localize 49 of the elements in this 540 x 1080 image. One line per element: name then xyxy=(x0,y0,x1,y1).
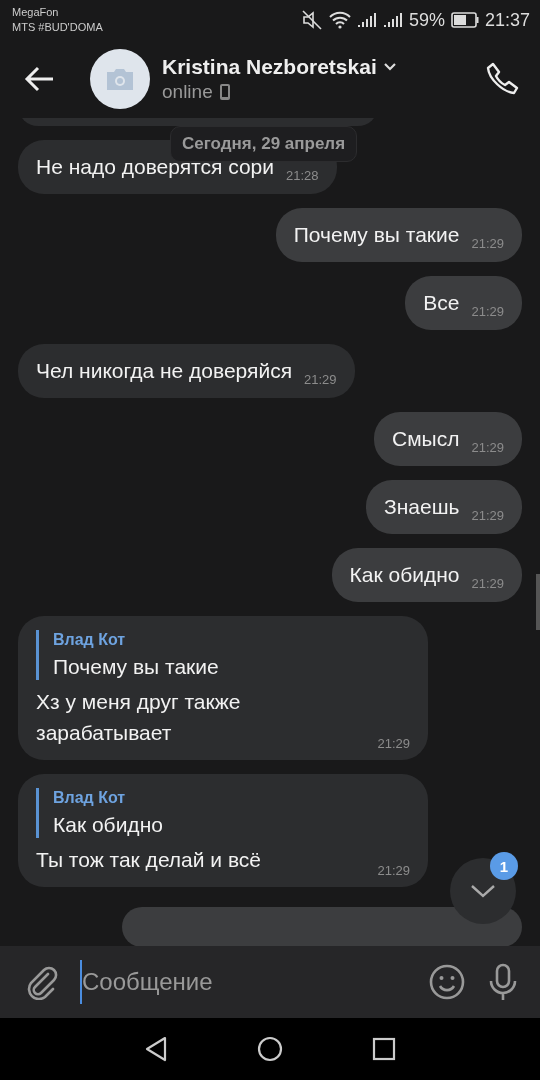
chevron-down-icon[interactable] xyxy=(382,62,397,72)
battery-icon xyxy=(450,12,479,28)
message-time: 21:29 xyxy=(377,863,410,879)
emoji-icon[interactable] xyxy=(428,963,466,1001)
reply-text: Как обидно xyxy=(53,812,164,838)
signal-icon xyxy=(382,11,403,29)
back-icon[interactable] xyxy=(144,1036,169,1062)
mute-icon xyxy=(300,10,323,30)
message-time: 21:29 xyxy=(471,576,504,592)
message-text: Все xyxy=(423,290,460,316)
phone-device-icon xyxy=(218,83,231,101)
contact-name[interactable]: Kristina Nezboretskai xyxy=(162,55,377,79)
carrier-name: MTS #BUD'DOMA xyxy=(12,20,103,35)
message-text: Как обидно xyxy=(349,562,460,588)
carrier-name: MegaFon xyxy=(12,5,60,20)
reply-author: Влад Кот xyxy=(53,630,127,650)
message-time: 21:29 xyxy=(304,372,337,388)
recents-icon[interactable] xyxy=(371,1037,396,1061)
date-label: Сегодня, 29 апреля xyxy=(170,126,358,162)
message-text: Знаешь xyxy=(384,494,460,520)
camera-icon xyxy=(105,67,135,91)
avatar[interactable] xyxy=(90,49,150,109)
message-time: 21:29 xyxy=(471,304,504,320)
reply-text: Почему вы такие xyxy=(53,654,220,680)
scrollbar[interactable] xyxy=(536,574,540,630)
clock: 21:37 xyxy=(484,9,530,31)
message-text: Почему вы такие xyxy=(293,222,460,248)
reply-author: Влад Кот xyxy=(53,788,127,808)
message-text: Ты тож так делай и всё xyxy=(36,847,262,873)
unread-badge: 1 xyxy=(490,852,518,880)
chevron-down-icon xyxy=(470,883,496,899)
home-icon[interactable] xyxy=(257,1036,283,1062)
message-input[interactable]: Сообщение xyxy=(80,960,406,1004)
message-time: 21:29 xyxy=(471,508,504,524)
microphone-icon[interactable] xyxy=(488,963,518,1001)
message-time: 21:29 xyxy=(471,440,504,456)
signal-icon xyxy=(356,11,377,29)
message-text: Хз у меня друг также зарабатывает xyxy=(36,689,242,746)
message-time: 21:29 xyxy=(471,236,504,252)
message-time: 21:29 xyxy=(377,736,410,752)
paperclip-icon[interactable] xyxy=(26,964,58,1000)
phone-icon[interactable] xyxy=(484,61,520,97)
message-text: Смысл xyxy=(392,426,460,452)
message-time: 21:28 xyxy=(286,168,319,184)
composer-bar[interactable]: Сообщение xyxy=(0,946,540,1018)
online-status: online xyxy=(162,81,213,103)
message-text: Чел никогда не доверяйся xyxy=(36,358,293,384)
wifi-icon xyxy=(328,11,351,29)
battery-percent: 59% xyxy=(408,9,445,31)
